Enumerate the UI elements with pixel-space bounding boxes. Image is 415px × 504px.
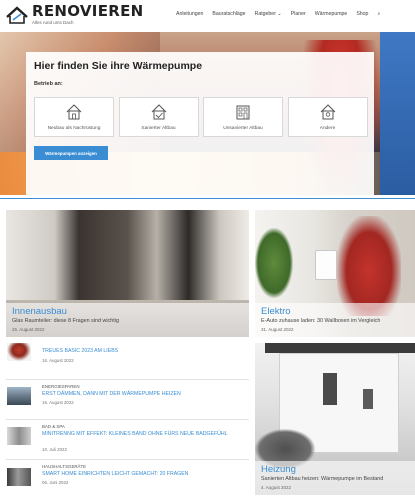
card-description[interactable]: Sanierten Altbau heizen: Wärmepumpe im B…: [261, 476, 409, 483]
logo-tagline: Alles rund ums Dach: [32, 20, 74, 25]
main-nav: Anleitungen Bauratschläge Ratgeber ⌄ Pla…: [176, 11, 380, 18]
news-date: 16. August 2022: [42, 358, 74, 363]
card-category[interactable]: Innenausbau: [12, 306, 243, 318]
list-item[interactable]: TREUES BASIC 2023 AM LIEBS 16. August 20…: [6, 340, 249, 380]
kitchen-thumb: [7, 468, 31, 486]
list-item[interactable]: HAUSHALTSGERÄTE SMART HOME EINRICHTEN LE…: [6, 460, 249, 500]
elektro-wallbox: [315, 250, 337, 280]
card-caption: Elektro E-Auto zuhause laden: 30 Wallbox…: [255, 303, 415, 337]
news-category: BAD & SPA: [42, 424, 65, 429]
show-heatpumps-button[interactable]: Wärmepumpen anzeigen: [34, 146, 108, 160]
news-date: 10. Juli 2022: [42, 447, 67, 452]
house-icon: [66, 104, 82, 120]
person-thumb: [7, 343, 31, 361]
card-date: 31. August 2022: [261, 327, 294, 332]
renovated-house-icon: [151, 104, 166, 120]
old-house-icon: [236, 105, 250, 120]
elektro-person: [337, 216, 401, 316]
section-divider: [0, 198, 415, 199]
card-description[interactable]: Glas Raumteiler: diese 8 Fragen sind wic…: [12, 318, 243, 325]
option-label: Sanierter Altbau: [141, 126, 176, 131]
card-description[interactable]: E-Auto zuhause laden: 30 Wallboxen im Ve…: [261, 318, 409, 325]
site-logo[interactable]: RENOVIEREN Alles rund ums Dach: [6, 4, 144, 25]
logo-title: RENOVIEREN: [32, 2, 144, 20]
hero-banner: Hier finden Sie ihre Wärmepumpe Betrieb …: [0, 32, 415, 195]
nav-item-shop[interactable]: Shop: [356, 11, 368, 18]
nav-item-ratgeber-label: Ratgeber: [254, 11, 276, 17]
news-category: ENERGIESPAREN: [42, 384, 80, 389]
chevron-down-icon: ⌄: [277, 11, 282, 17]
nav-item-anleitungen[interactable]: Anleitungen: [176, 11, 203, 18]
news-title[interactable]: MINITRENNG MIT EFFEKT: KLEINES BAND OHNE…: [42, 431, 242, 438]
heizung-window: [323, 373, 337, 405]
finder-options: Neubau als Nachrüstung Sanierter Altbau …: [34, 97, 372, 137]
finder-subtitle: Betrieb an:: [34, 81, 63, 87]
news-date: 16. August 2022: [42, 400, 74, 405]
news-category: HAUSHALTSGERÄTE: [42, 464, 87, 469]
heizung-roof: [265, 343, 415, 353]
hero-blue-wall: [380, 32, 415, 195]
search-icon[interactable]: ⌕: [377, 11, 380, 18]
list-item[interactable]: ENERGIESPAREN ERST DÄMMEN, DANN MIT DER …: [6, 380, 249, 420]
news-title[interactable]: ERST DÄMMEN, DANN MIT DER WÄRMEPUMPE HEI…: [42, 391, 242, 398]
news-title[interactable]: SMART HOME EINRICHTEN LEICHT GEMACHT: 20…: [42, 471, 242, 478]
card-category[interactable]: Elektro: [261, 306, 409, 318]
nav-item-bauratschlaege[interactable]: Bauratschläge: [212, 11, 245, 18]
card-date: 4. August 2022: [261, 485, 292, 490]
news-list: TREUES BASIC 2023 AM LIEBS 16. August 20…: [6, 340, 249, 500]
nav-item-waermepumpe[interactable]: Wärmepumpe: [315, 11, 348, 18]
news-date: 06. Juni 2022: [42, 480, 69, 485]
option-label: Neubau als Nachrüstung: [47, 126, 101, 131]
other-house-icon: [320, 104, 335, 120]
feature-card-heizung[interactable]: Heizung Sanierten Altbau heizen: Wärmepu…: [255, 343, 415, 495]
card-caption: Innenausbau Glas Raumteiler: diese 8 Fra…: [6, 303, 249, 337]
feature-card-elektro[interactable]: Elektro E-Auto zuhause laden: 30 Wallbox…: [255, 210, 415, 337]
nav-item-ratgeber[interactable]: Ratgeber ⌄: [255, 11, 282, 18]
option-label: Unsanierter Altbau: [223, 126, 263, 131]
site-header: RENOVIEREN Alles rund ums Dach Anleitung…: [0, 0, 415, 32]
list-item[interactable]: BAD & SPA MINITRENNG MIT EFFEKT: KLEINES…: [6, 420, 249, 460]
option-label: Andere: [319, 126, 336, 131]
news-title[interactable]: TREUES BASIC 2023 AM LIEBS: [42, 348, 242, 355]
house-thumb: [7, 387, 31, 405]
bathroom-thumb: [7, 427, 31, 445]
elektro-plant: [255, 228, 293, 298]
card-date: 25. August 2022: [12, 327, 45, 332]
heizung-window: [363, 389, 373, 409]
option-unsanierter-altbau[interactable]: Unsanierter Altbau: [203, 97, 283, 137]
card-category[interactable]: Heizung: [261, 464, 409, 476]
feature-card-innenausbau[interactable]: Innenausbau Glas Raumteiler: diese 8 Fra…: [6, 210, 249, 337]
card-caption: Heizung Sanierten Altbau heizen: Wärmepu…: [255, 461, 415, 495]
heatpump-finder-card: Hier finden Sie ihre Wärmepumpe Betrieb …: [26, 52, 374, 195]
roof-logo-icon: [6, 5, 28, 24]
option-neubau[interactable]: Neubau als Nachrüstung: [34, 97, 114, 137]
option-sanierter-altbau[interactable]: Sanierter Altbau: [118, 97, 199, 137]
option-andere[interactable]: Andere: [287, 97, 368, 137]
finder-title: Hier finden Sie ihre Wärmepumpe: [34, 60, 203, 72]
nav-item-planer[interactable]: Planer: [291, 11, 306, 18]
